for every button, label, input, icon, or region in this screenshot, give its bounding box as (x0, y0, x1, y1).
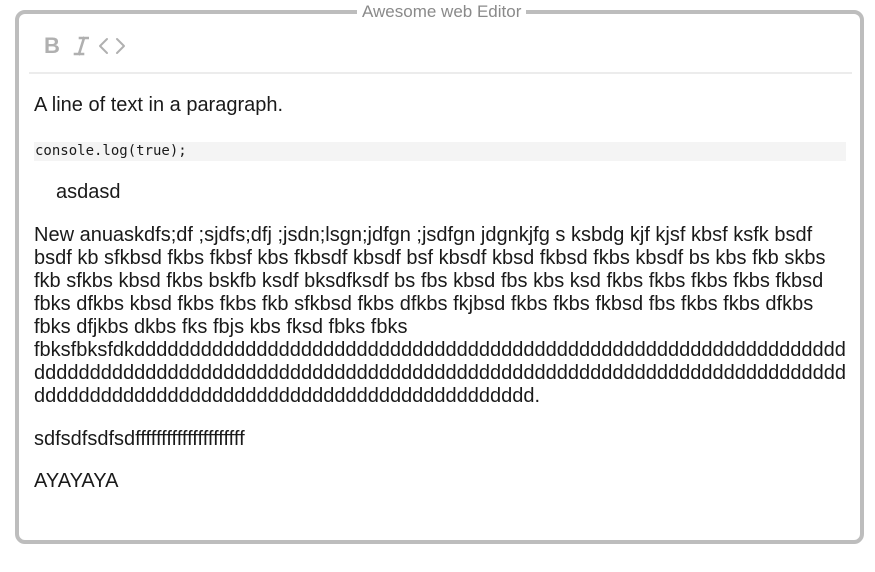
toolbar: B (29, 30, 852, 74)
paragraph: New anuaskdfs;df ;sjdfs;dfj ;jsdn;lsgn;j… (34, 224, 846, 407)
code-icon (99, 38, 125, 54)
paragraph: sdfsdfsdfsdfffffffffffffffffffff (34, 428, 245, 450)
bold-button[interactable]: B (43, 33, 61, 59)
paragraph: A line of text in a paragraph. (34, 94, 284, 116)
code-block: console.log(true); (34, 142, 846, 161)
italic-button[interactable] (72, 33, 90, 59)
bold-icon: B (44, 33, 60, 58)
italic-icon (73, 36, 89, 56)
paragraph: AYAYAYA (34, 470, 119, 492)
editor-frame: Awesome web Editor B A line of text in a… (15, 2, 864, 544)
editor-content[interactable]: A line of text in a paragraph. console.l… (34, 88, 846, 493)
blockquote: asdasd (56, 181, 121, 203)
code-button[interactable] (97, 33, 127, 59)
editor-title: Awesome web Editor (357, 2, 527, 22)
